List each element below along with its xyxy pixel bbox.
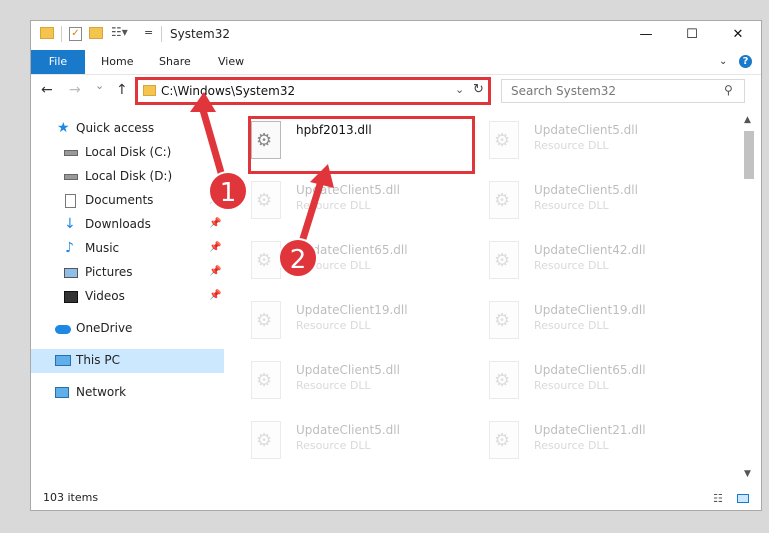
- arrow-to-file: [298, 176, 326, 244]
- arrow-head-1: [190, 92, 216, 112]
- step-2-badge: 2: [278, 238, 318, 278]
- arrow-to-address-bar: [199, 109, 226, 177]
- annotation-arrows: [190, 92, 334, 244]
- arrow-head-2: [310, 164, 334, 188]
- step-1-badge: 1: [208, 171, 248, 211]
